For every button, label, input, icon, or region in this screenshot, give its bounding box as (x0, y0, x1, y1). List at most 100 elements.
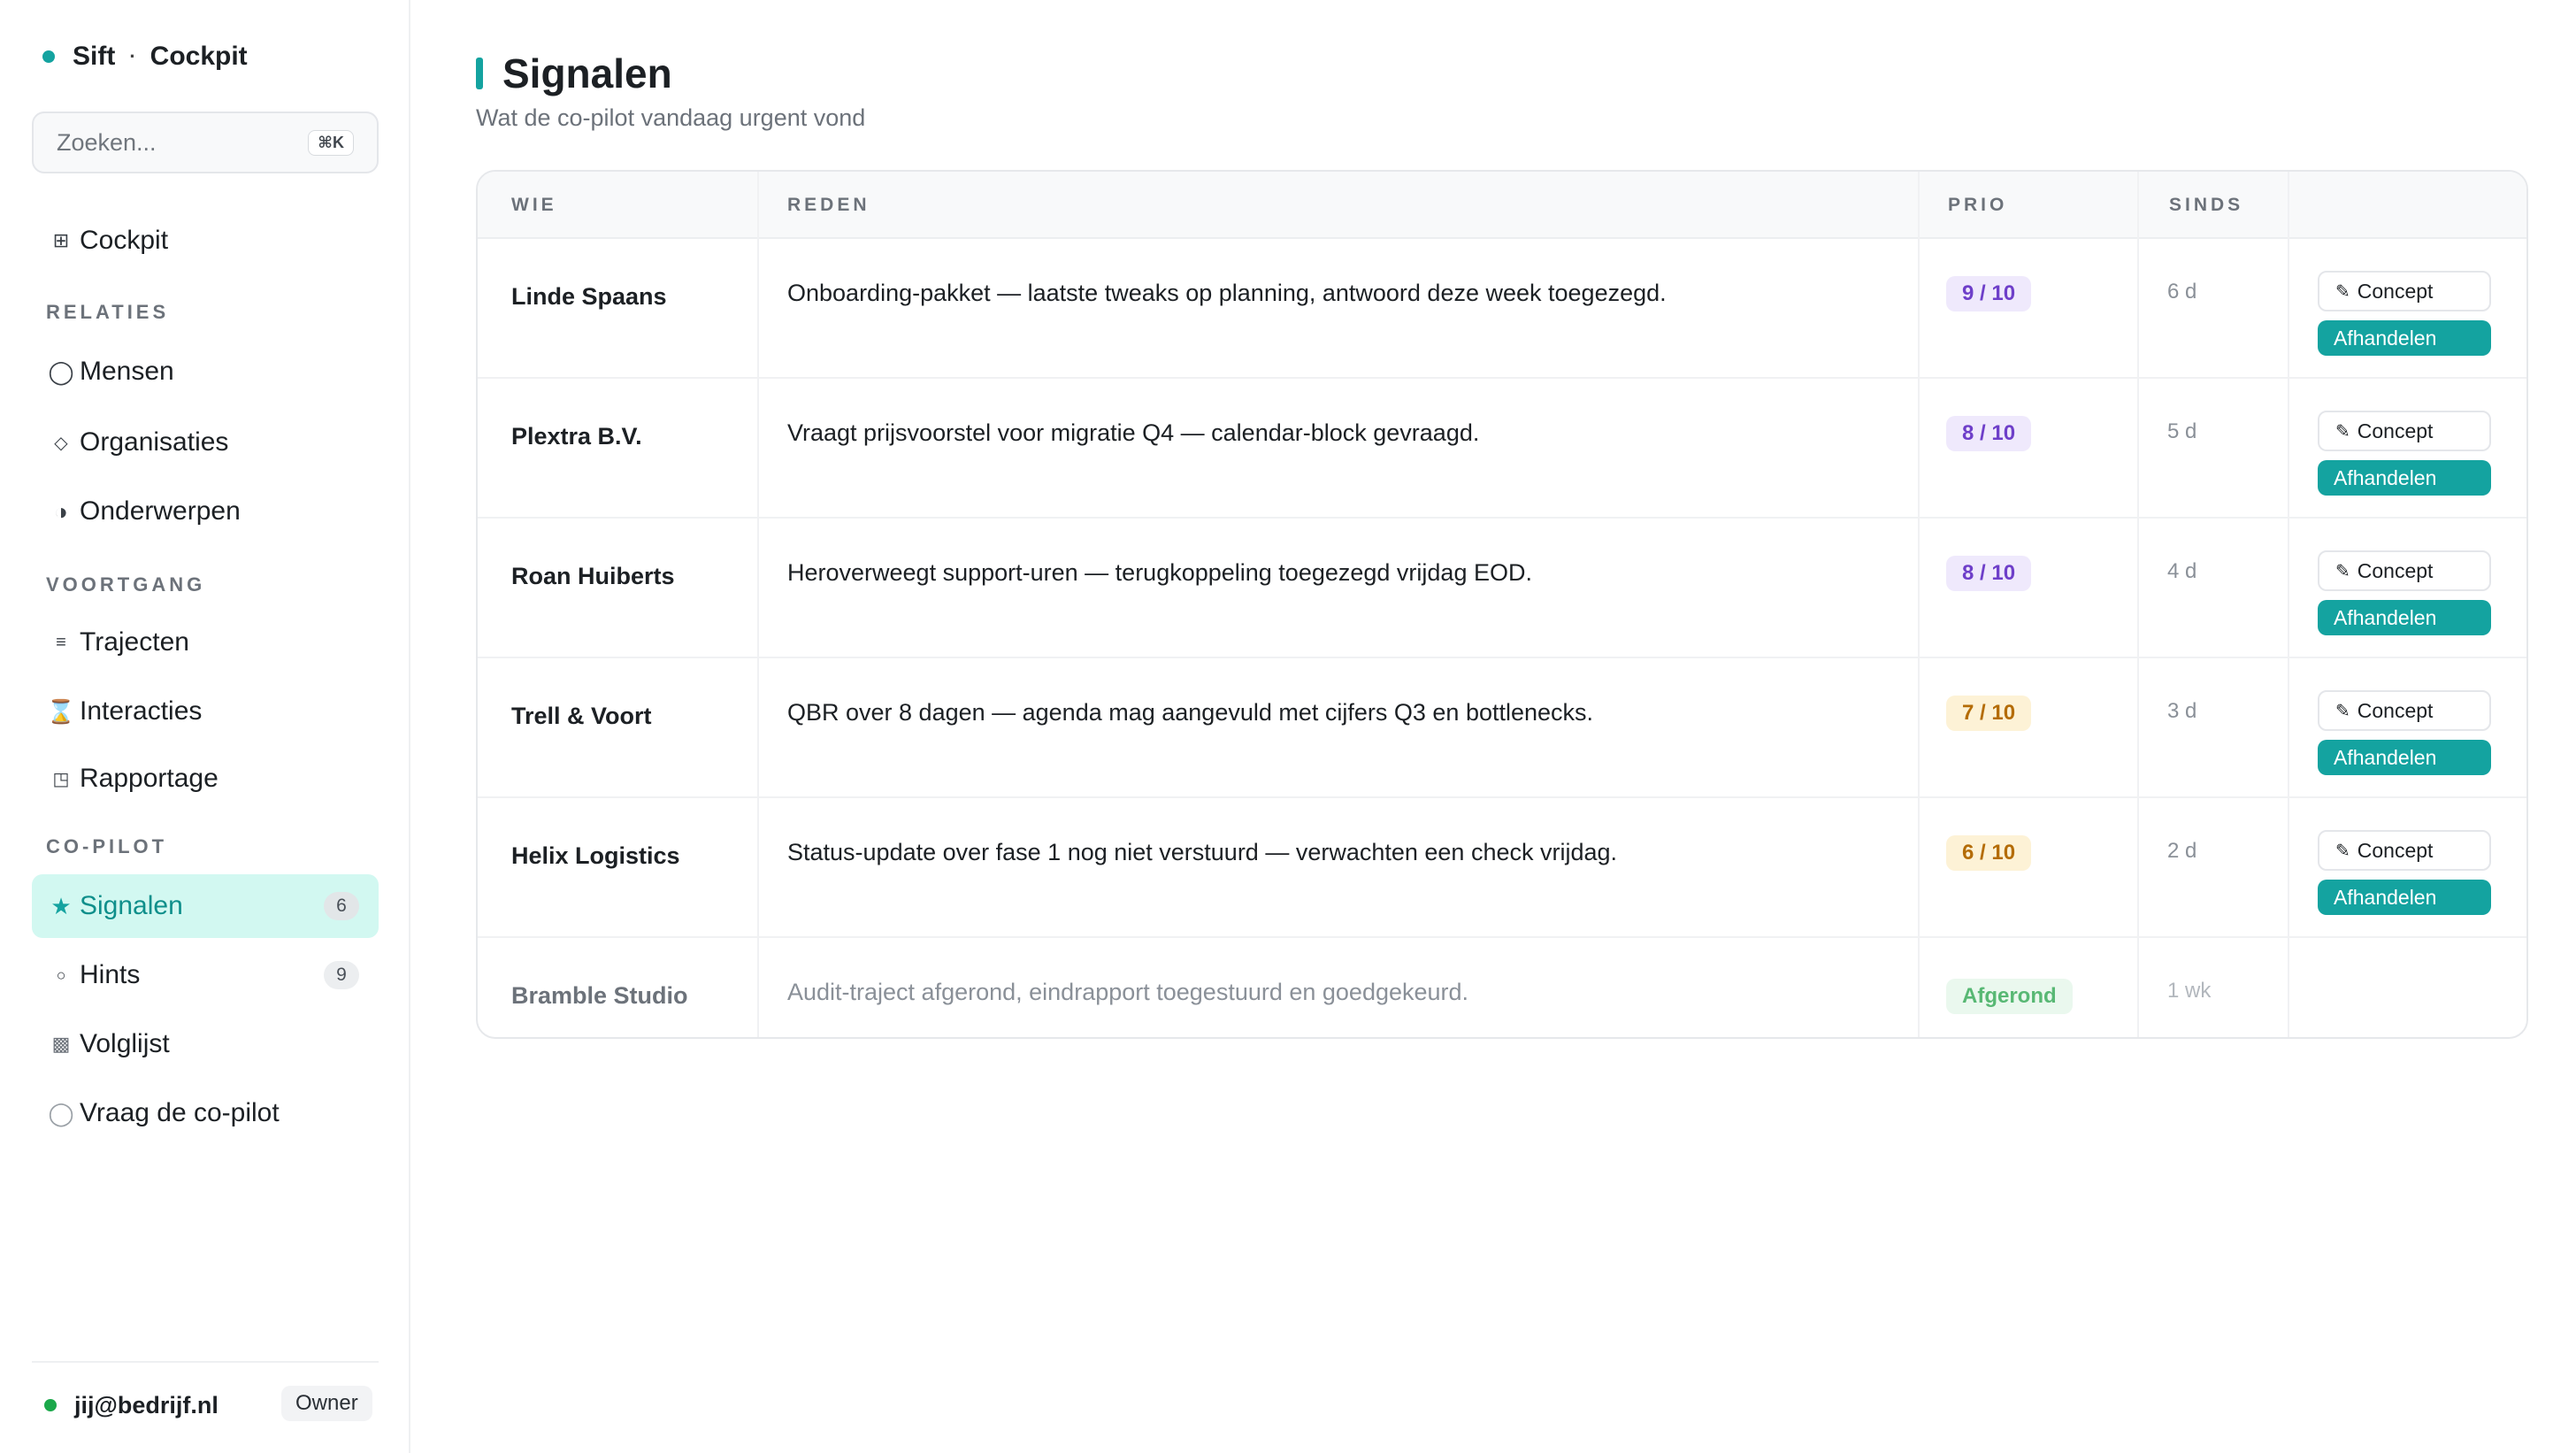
sidebar-item-label: Trajecten (80, 627, 189, 657)
sidebar-item-label: Organisaties (80, 427, 229, 457)
sidebar-item-organisaties[interactable]: ◇ Organisaties (32, 411, 379, 474)
section-title-relaties: RELATIES (46, 301, 170, 323)
table-header: WIE REDEN PRIO SINDS (478, 172, 2526, 239)
search-input[interactable]: Zoeken... ⌘K (32, 111, 379, 173)
brand-section: Cockpit (150, 42, 248, 71)
row-who: Linde Spaans (511, 283, 667, 310)
prio-badge: 7 / 10 (1946, 696, 2032, 731)
circle-icon: ◯ (48, 357, 74, 385)
afhandelen-button[interactable]: Afhandelen (2318, 880, 2491, 915)
table-row[interactable]: Trell & Voort QBR over 8 dagen — agenda … (478, 658, 2526, 798)
sidebar-item-rapportage[interactable]: ◳ Rapportage (32, 747, 379, 811)
row-reason: Status-update over fase 1 nog niet verst… (787, 839, 1618, 865)
report-icon: ◳ (52, 769, 70, 789)
row-since: 3 d (2167, 699, 2197, 723)
concept-button-label: Concept (2357, 838, 2434, 862)
brand-dot-icon (42, 50, 55, 63)
sidebar-item-label: Rapportage (80, 764, 218, 793)
diamond-icon: ◇ (54, 433, 68, 453)
row-who: Helix Logistics (511, 842, 680, 869)
sidebar-item-label: Onderwerpen (80, 496, 241, 526)
brand[interactable]: Sift · Cockpit (42, 39, 248, 74)
table-row[interactable]: Bramble Studio Audit-traject afgerond, e… (478, 938, 2526, 1037)
concept-button-label: Concept (2357, 279, 2434, 303)
prio-badge: 8 / 10 (1946, 416, 2032, 451)
table-row[interactable]: Plextra B.V. Vraagt prijsvoorstel voor m… (478, 379, 2526, 519)
page-header: Signalen (476, 50, 672, 97)
row-since: 6 d (2167, 280, 2197, 304)
brand-name: Sift (73, 42, 116, 71)
afhandelen-button[interactable]: Afhandelen (2318, 460, 2491, 496)
row-since: 5 d (2167, 419, 2197, 443)
concept-button[interactable]: ✎ Concept (2318, 271, 2491, 311)
pencil-icon: ✎ (2335, 841, 2350, 861)
column-header-prio: PRIO (1948, 195, 2008, 215)
sidebar: Sift · Cockpit Zoeken... ⌘K ⊞ Cockpit RE… (0, 0, 410, 1453)
sidebar-item-label: Signalen (80, 891, 183, 920)
table-row[interactable]: Linde Spaans Onboarding-pakket — laatste… (478, 239, 2526, 379)
table-row[interactable]: Roan Huiberts Heroverweegt support-uren … (478, 519, 2526, 658)
pencil-icon: ✎ (2335, 421, 2350, 442)
sidebar-item-mensen[interactable]: ◯ Mensen (32, 340, 379, 404)
row-since: 2 d (2167, 839, 2197, 863)
sidebar-item-label: Vraag de co-pilot (80, 1098, 280, 1127)
afhandelen-button[interactable]: Afhandelen (2318, 600, 2491, 635)
empty-circle-icon: ◯ (48, 1099, 74, 1126)
sidebar-divider (32, 1361, 379, 1363)
concept-button[interactable]: ✎ Concept (2318, 411, 2491, 451)
sidebar-item-hints[interactable]: ○ Hints 9 (32, 943, 379, 1007)
row-who: Bramble Studio (511, 982, 688, 1009)
online-status-icon (44, 1399, 57, 1411)
prio-badge: 8 / 10 (1946, 556, 2032, 591)
row-since: 4 d (2167, 559, 2197, 583)
prio-badge: 9 / 10 (1946, 276, 2032, 311)
hints-count-badge: 9 (324, 961, 359, 989)
sidebar-item-label: Cockpit (80, 226, 169, 255)
concept-button[interactable]: ✎ Concept (2318, 550, 2491, 591)
sidebar-item-trajecten[interactable]: ≡ Trajecten (32, 611, 379, 674)
afhandelen-button[interactable]: Afhandelen (2318, 740, 2491, 775)
square-icon: ▩ (51, 1033, 71, 1055)
role-badge: Owner (281, 1386, 372, 1421)
concept-button[interactable]: ✎ Concept (2318, 830, 2491, 871)
row-reason: QBR over 8 dagen — agenda mag aangevuld … (787, 699, 1594, 726)
sidebar-item-interacties[interactable]: ⌛ Interacties (32, 680, 379, 743)
sidebar-item-label: Volglijst (80, 1029, 170, 1058)
column-header-wie: WIE (511, 195, 557, 215)
section-title-copilot: CO-PILOT (46, 835, 168, 857)
sidebar-item-onderwerpen[interactable]: ◑ Onderwerpen (32, 480, 379, 543)
small-circle-icon: ○ (56, 965, 66, 984)
row-since: 1 wk (2167, 979, 2212, 1003)
concept-button-label: Concept (2357, 698, 2434, 722)
user-account[interactable]: jij@bedrijf.nl (44, 1388, 218, 1423)
row-reason: Vraagt prijsvoorstel voor migratie Q4 — … (787, 419, 1480, 446)
page-title: Signalen (502, 50, 672, 96)
sidebar-item-label: Mensen (80, 357, 174, 386)
sidebar-item-vraag-copilot[interactable]: ◯ Vraag de co-pilot (32, 1081, 379, 1145)
hourglass-icon: ⌛ (46, 697, 76, 725)
signals-table: WIE REDEN PRIO SINDS Linde Spaans Onboar… (476, 170, 2528, 1039)
half-circle-icon: ◑ (54, 497, 68, 525)
status-badge: Afgerond (1946, 979, 2073, 1014)
signalen-count-badge: 6 (324, 892, 359, 920)
sidebar-item-signalen[interactable]: ★ Signalen 6 (32, 874, 379, 938)
prio-badge: 6 / 10 (1946, 835, 2032, 871)
row-reason: Heroverweegt support-uren — terugkoppeli… (787, 559, 1532, 586)
row-reason: Audit-traject afgerond, eindrapport toeg… (787, 979, 1469, 1005)
row-reason: Onboarding-pakket — laatste tweaks op pl… (787, 280, 1667, 306)
sidebar-item-cockpit[interactable]: ⊞ Cockpit (32, 209, 379, 273)
concept-button-label: Concept (2357, 419, 2434, 442)
sidebar-item-label: Hints (80, 960, 141, 989)
concept-button[interactable]: ✎ Concept (2318, 690, 2491, 731)
user-email: jij@bedrijf.nl (74, 1391, 218, 1418)
table-row[interactable]: Helix Logistics Status-update over fase … (478, 798, 2526, 938)
grid-icon: ⊞ (52, 229, 70, 251)
sidebar-item-volglijst[interactable]: ▩ Volglijst (32, 1012, 379, 1076)
page-subtitle: Wat de co-pilot vandaag urgent vond (476, 104, 866, 131)
row-who: Trell & Voort (511, 703, 652, 729)
pencil-icon: ✎ (2335, 701, 2350, 721)
afhandelen-button[interactable]: Afhandelen (2318, 320, 2491, 356)
sidebar-item-label: Interacties (80, 696, 203, 726)
star-icon: ★ (50, 892, 72, 919)
section-title-voortgang: VOORTGANG (46, 573, 206, 596)
